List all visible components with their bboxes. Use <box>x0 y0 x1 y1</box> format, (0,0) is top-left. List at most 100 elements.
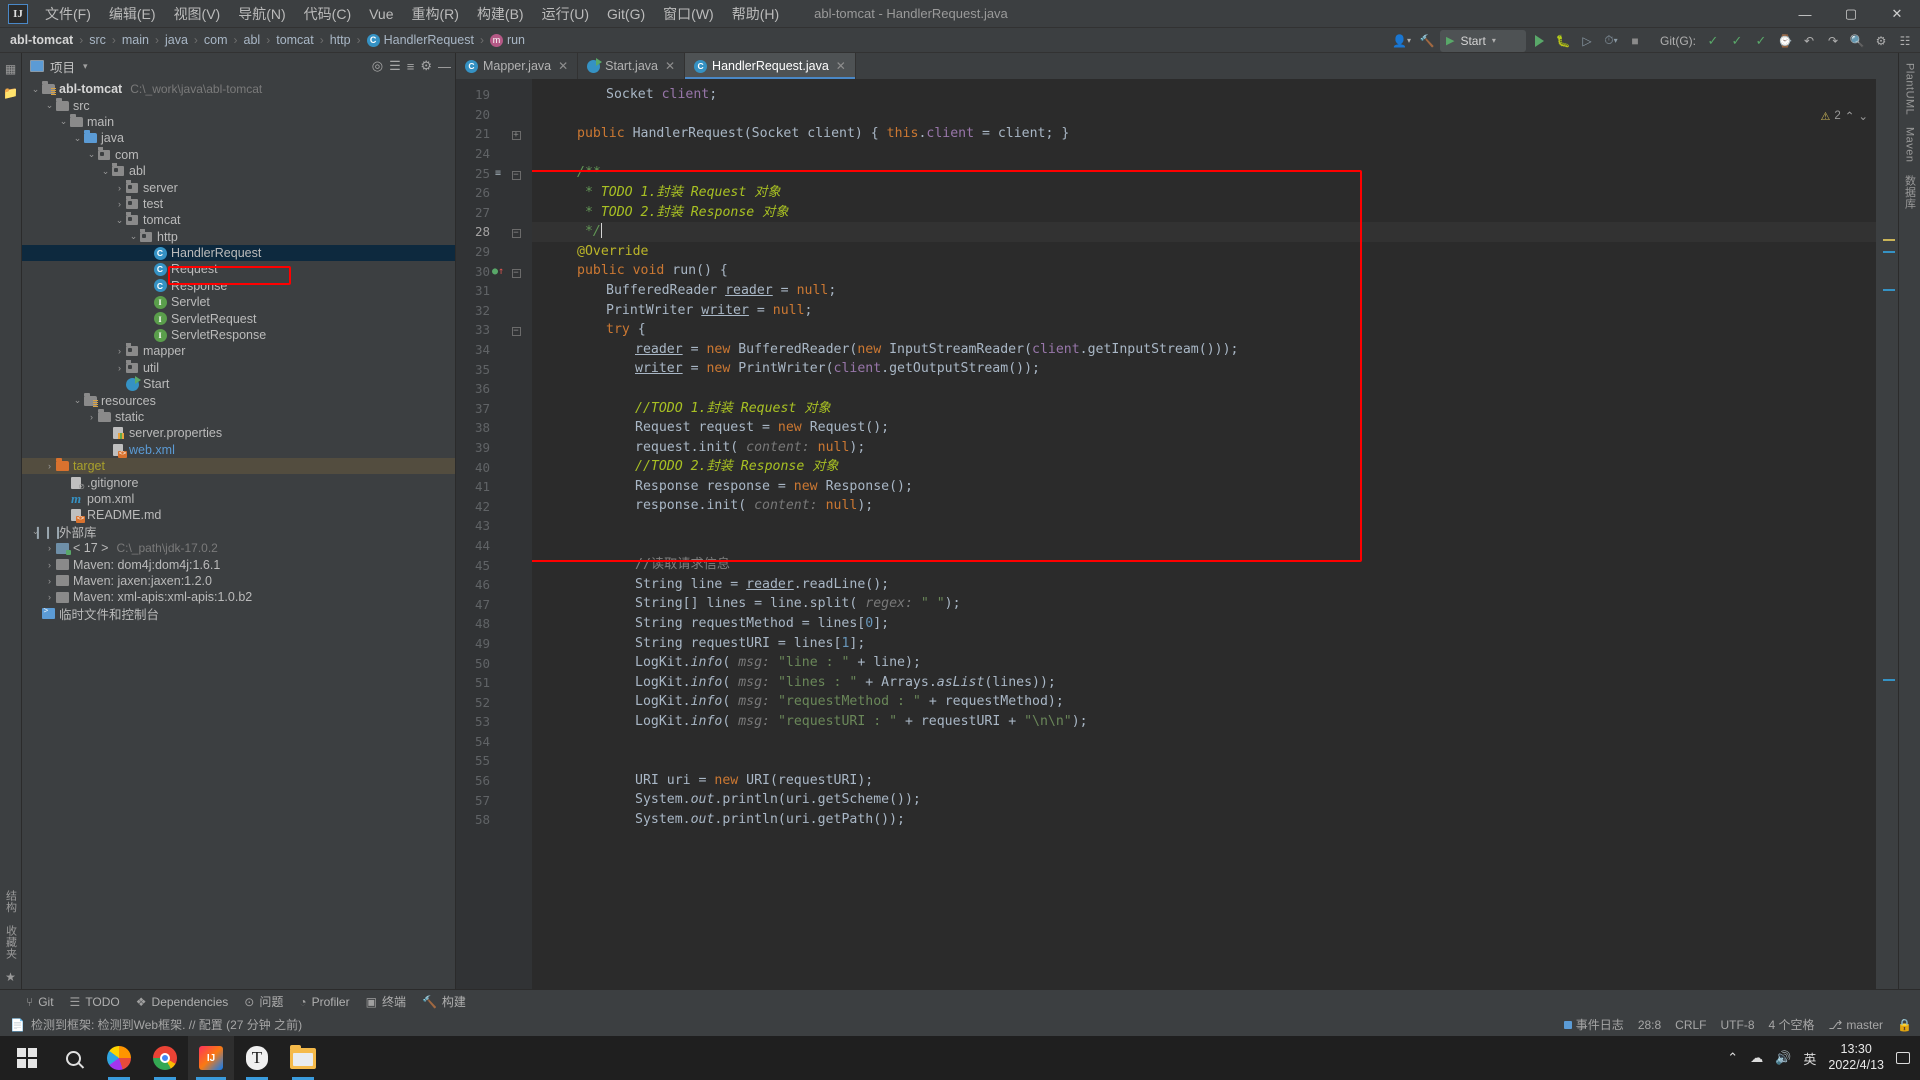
tree-node[interactable]: ›target <box>22 458 455 474</box>
todo-marker-icon[interactable]: ≡ <box>490 168 506 179</box>
update-project-icon[interactable]: ✓ <box>1702 30 1724 52</box>
bottom-tab-todo[interactable]: ☰TODO <box>70 995 120 1009</box>
chrome-button[interactable] <box>142 1036 188 1080</box>
tree-node[interactable]: ⌄src <box>22 97 455 113</box>
chevron-down-icon[interactable]: ⌄ <box>72 133 83 144</box>
chevron-right-icon[interactable]: › <box>44 576 55 586</box>
tree-node[interactable]: ⌄resources <box>22 392 455 408</box>
breadcrumb-item-tomcat[interactable]: tomcat <box>274 33 316 47</box>
tree-node[interactable]: ›CRequest <box>22 261 455 277</box>
code-line[interactable] <box>532 105 1876 125</box>
tree-node[interactable]: ⌄http <box>22 229 455 245</box>
editor-tab-handlerrequest-java[interactable]: CHandlerRequest.java✕ <box>685 53 856 79</box>
push-icon[interactable]: ✓ <box>1750 30 1772 52</box>
code-line[interactable]: String line = reader.readLine(); <box>532 575 1876 595</box>
code-line[interactable]: /** <box>532 163 1876 183</box>
code-line[interactable]: LogKit.info( msg: "line : " + line); <box>532 653 1876 673</box>
bottom-tab-dependencies[interactable]: ❖Dependencies <box>136 995 229 1009</box>
code-line[interactable]: writer = new PrintWriter(client.getOutpu… <box>532 359 1876 379</box>
maximize-button[interactable]: ▢ <box>1828 0 1874 28</box>
close-icon[interactable]: ✕ <box>836 59 846 73</box>
project-tree[interactable]: ⌄abl-tomcatC:\_work\java\abl-tomcat⌄src⌄… <box>22 79 455 989</box>
tree-node[interactable]: ›Start <box>22 376 455 392</box>
menu-item-0[interactable]: 文件(F) <box>36 0 100 28</box>
menu-item-7[interactable]: 构建(B) <box>468 0 533 28</box>
profile-icon[interactable]: ⏱▾ <box>1600 30 1622 52</box>
layout-icon[interactable]: ☷ <box>1894 30 1916 52</box>
tree-node[interactable]: ›README.md <box>22 507 455 523</box>
breadcrumb-item-java[interactable]: java <box>163 33 190 47</box>
search-button[interactable] <box>50 1036 96 1080</box>
tree-node[interactable]: ›test <box>22 196 455 212</box>
user-icon[interactable]: 👤▾ <box>1389 30 1414 52</box>
chevron-down-icon[interactable]: ⌄ <box>30 84 41 95</box>
code-line[interactable] <box>532 732 1876 752</box>
tree-node[interactable]: ›临时文件和控制台 <box>22 606 455 622</box>
sidebar-tab-database[interactable]: 数据库 <box>1900 169 1920 216</box>
editor-tab-mapper-java[interactable]: CMapper.java✕ <box>456 53 578 79</box>
network-icon[interactable]: ☁ <box>1750 1050 1763 1066</box>
code-line[interactable]: //TODO 1.封装 Request 对象 <box>532 399 1876 419</box>
fold-collapse-icon[interactable]: − <box>506 323 526 336</box>
inspection-widget[interactable]: ⚠ 2 ⌃ ⌄ <box>1820 109 1868 123</box>
code-line[interactable]: try { <box>532 320 1876 340</box>
code-line[interactable]: reader = new BufferedReader(new InputStr… <box>532 340 1876 360</box>
sidebar-tab-plantuml[interactable]: PlantUML <box>1902 57 1918 121</box>
collapse-all-icon[interactable]: ≡ <box>407 59 415 74</box>
code-line[interactable] <box>532 516 1876 536</box>
code-line[interactable]: response.init( content: null); <box>532 496 1876 516</box>
tree-node[interactable]: ›server <box>22 179 455 195</box>
show-hidden-icons-icon[interactable]: ⌃ <box>1727 1050 1738 1066</box>
tree-node[interactable]: ›mapper <box>22 343 455 359</box>
code-line[interactable]: String[] lines = line.split( regex: " ")… <box>532 594 1876 614</box>
notification-icon[interactable] <box>1896 1052 1910 1064</box>
code-line[interactable]: * TODO 1.封装 Request 对象 <box>532 183 1876 203</box>
code-line[interactable]: Response response = new Response(); <box>532 477 1876 497</box>
code-line[interactable]: //读取请求信息 <box>532 555 1876 575</box>
fold-collapse-icon[interactable]: − <box>506 225 526 238</box>
stop-icon[interactable]: ■ <box>1624 30 1646 52</box>
hammer-icon[interactable]: 🔨 <box>1416 30 1438 52</box>
expand-all-icon[interactable]: ☰ <box>389 58 401 74</box>
code-line[interactable]: */ <box>532 222 1876 242</box>
menu-item-9[interactable]: Git(G) <box>598 2 654 26</box>
code-line[interactable]: URI uri = new URI(requestURI); <box>532 771 1876 791</box>
sidebar-tab-favorites[interactable]: 收藏夹 <box>1 919 21 966</box>
bottom-tab-问题[interactable]: ⊙问题 <box>244 993 283 1010</box>
bottom-tab-终端[interactable]: ▣终端 <box>366 993 406 1010</box>
explorer-button[interactable] <box>280 1036 326 1080</box>
close-icon[interactable]: ✕ <box>665 59 675 73</box>
editor-gutter[interactable]: 192021+2425≡−262728−2930●↑−313233−343536… <box>456 79 532 989</box>
fold-collapse-icon[interactable]: − <box>506 265 526 278</box>
volume-icon[interactable]: 🔊 <box>1775 1050 1791 1066</box>
close-button[interactable]: ✕ <box>1874 0 1920 28</box>
run-with-coverage-icon[interactable]: ▷ <box>1576 30 1598 52</box>
chevron-right-icon[interactable]: › <box>44 543 55 553</box>
chevron-right-icon[interactable]: › <box>44 592 55 602</box>
chevron-down-icon[interactable]: ⌄ <box>44 100 55 111</box>
code-line[interactable] <box>532 379 1876 399</box>
tree-node[interactable]: ⌄com <box>22 147 455 163</box>
next-problem-icon[interactable]: ⌄ <box>1858 109 1868 123</box>
chevron-down-icon[interactable]: ▾ <box>83 61 88 72</box>
tree-node[interactable]: ⌄java <box>22 130 455 146</box>
chevron-down-icon[interactable]: ⌄ <box>58 116 69 127</box>
chevron-down-icon[interactable]: ⌄ <box>72 395 83 406</box>
close-icon[interactable]: ✕ <box>558 59 568 73</box>
tree-node[interactable]: ›static <box>22 409 455 425</box>
fold-expand-icon[interactable]: + <box>506 127 526 140</box>
code-line[interactable]: public void run() { <box>532 261 1876 281</box>
minimize-button[interactable]: — <box>1782 0 1828 28</box>
typora-button[interactable]: T <box>234 1036 280 1080</box>
chevron-right-icon[interactable]: › <box>44 461 55 471</box>
redo-icon[interactable]: ↷ <box>1822 30 1844 52</box>
code-line[interactable]: BufferedReader reader = null; <box>532 281 1876 301</box>
commit-icon[interactable]: ✓ <box>1726 30 1748 52</box>
menu-item-10[interactable]: 窗口(W) <box>654 0 723 28</box>
bottom-tab-构建[interactable]: 🔨构建 <box>422 993 466 1010</box>
undo-icon[interactable]: ↶ <box>1798 30 1820 52</box>
menu-item-1[interactable]: 编辑(E) <box>100 0 165 28</box>
history-icon[interactable]: ⌚ <box>1774 30 1796 52</box>
event-log-button[interactable]: 事件日志 <box>1564 1016 1624 1033</box>
menu-item-8[interactable]: 运行(U) <box>533 0 598 28</box>
